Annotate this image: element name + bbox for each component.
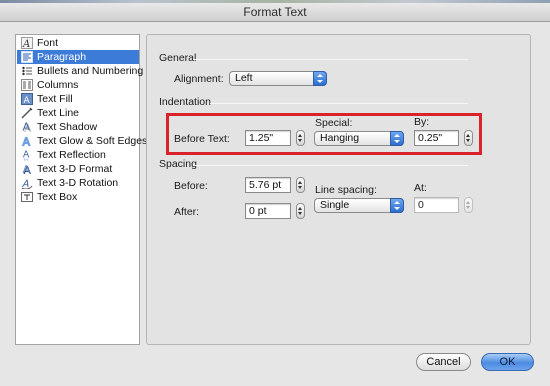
svg-text:A: A — [23, 136, 31, 148]
text-reflection-icon: AA — [23, 150, 30, 161]
paragraph-icon — [21, 51, 33, 63]
sidebar-item-label: Paragraph — [37, 51, 87, 63]
sidebar-item-text-3d-rotation[interactable]: A Text 3-D Rotation — [17, 176, 139, 190]
after-label: After: — [174, 206, 200, 218]
sidebar-item-label: Columns — [37, 79, 79, 91]
text-3d-format-icon: AA — [23, 163, 32, 175]
window-title: Format Text — [0, 3, 550, 22]
text-box-icon — [21, 192, 33, 202]
text-glow-icon: A — [22, 135, 31, 148]
ok-button[interactable]: OK — [481, 353, 534, 371]
sidebar-item-bullets[interactable]: Bullets and Numbering — [17, 64, 143, 78]
sidebar-item-label: Font — [37, 37, 59, 49]
cancel-button[interactable]: Cancel — [416, 353, 471, 371]
alignment-value: Left — [235, 72, 253, 84]
columns-icon — [21, 79, 33, 91]
indentation-divider — [210, 103, 468, 104]
sidebar-item-columns[interactable]: Columns — [17, 78, 139, 92]
at-label: At: — [414, 182, 427, 194]
spacing-heading: Spacing — [159, 158, 197, 170]
general-divider — [193, 59, 468, 60]
sidebar-item-paragraph[interactable]: Paragraph — [17, 50, 139, 64]
sidebar-item-label: Text Glow & Soft Edges — [37, 135, 148, 147]
before-stepper[interactable] — [296, 177, 305, 193]
spacing-divider — [193, 165, 468, 166]
sidebar-item-label: Text Fill — [37, 93, 73, 105]
sidebar-item-text-3d-format[interactable]: AA Text 3-D Format — [17, 162, 139, 176]
sidebar-item-label: Text Reflection — [37, 149, 106, 161]
svg-text:A: A — [21, 179, 31, 189]
svg-text:A: A — [23, 121, 31, 133]
before-input[interactable]: 5.76 pt — [245, 177, 291, 193]
after-stepper[interactable] — [296, 203, 305, 219]
svg-text:A: A — [23, 154, 30, 161]
sidebar-item-text-shadow[interactable]: AA Text Shadow — [17, 120, 139, 134]
svg-text:A: A — [24, 96, 31, 105]
at-input[interactable]: 0 — [414, 197, 459, 213]
sidebar-item-text-line[interactable]: Text Line — [17, 106, 139, 120]
text-fill-icon: A — [21, 93, 33, 105]
sidebar-item-label: Bullets and Numbering — [37, 65, 144, 77]
category-sidebar: A Font Paragraph Bullets and Numbering C… — [15, 34, 147, 345]
font-icon: A — [21, 37, 33, 49]
sidebar-item-label: Text Shadow — [37, 121, 98, 133]
indentation-heading: Indentation — [159, 96, 211, 108]
sidebar-item-text-reflection[interactable]: AA Text Reflection — [17, 148, 139, 162]
svg-text:A: A — [23, 163, 31, 175]
alignment-select[interactable]: Left — [229, 71, 327, 86]
popup-arrows-icon — [313, 71, 327, 86]
after-input[interactable]: 0 pt — [245, 203, 291, 219]
text-3d-rotation-icon: A — [21, 179, 33, 189]
line-spacing-label: Line spacing: — [315, 184, 377, 196]
at-stepper[interactable] — [464, 197, 473, 213]
text-shadow-icon: AA — [23, 121, 33, 133]
before-label: Before: — [174, 180, 208, 192]
svg-text:A: A — [22, 39, 30, 49]
sidebar-item-text-glow[interactable]: A Text Glow & Soft Edges — [17, 134, 147, 148]
sidebar-item-text-fill[interactable]: A Text Fill — [17, 92, 139, 106]
sidebar-item-label: Text 3-D Rotation — [37, 177, 119, 189]
text-line-icon — [21, 107, 33, 119]
sidebar-item-label: Text 3-D Format — [37, 163, 113, 175]
popup-arrows-icon — [390, 198, 404, 213]
sidebar-item-font[interactable]: A Font — [17, 36, 139, 50]
sidebar-item-label: Text Box — [37, 191, 78, 203]
line-spacing-value: Single — [320, 199, 350, 211]
bullets-icon — [22, 66, 32, 76]
sidebar-item-label: Text Line — [37, 107, 80, 119]
general-heading: General — [159, 52, 197, 64]
sidebar-item-text-box[interactable]: Text Box — [17, 190, 139, 204]
indentation-highlight-box — [166, 113, 482, 155]
line-spacing-select[interactable]: Single — [314, 198, 404, 213]
alignment-label: Alignment: — [174, 73, 224, 85]
